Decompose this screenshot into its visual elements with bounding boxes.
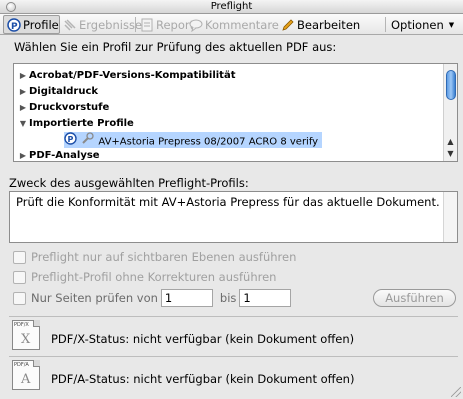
purpose-text-area[interactable]: Prüft die Konformität mit AV+Astoria Pre… [9,191,458,243]
tree-scrollbar[interactable]: ▲ ▼ [443,64,457,161]
svg-text:P: P [68,135,74,144]
pdfx-document-icon: PDF/X X [12,320,40,350]
visible-layers-checkbox[interactable]: Preflight nur auf sichtbaren Ebenen ausf… [13,249,296,265]
scroll-thumb[interactable] [446,70,456,100]
disclosure-triangle-icon[interactable]: ▶ [17,148,29,164]
dropdown-arrow-icon: ▼ [448,20,455,29]
pdfa-document-icon: PDF/A A [12,360,40,390]
tree-item-digital-print[interactable]: ▶ Digitaldruck [17,84,98,100]
tree-item-pdf-analysis[interactable]: ▶ PDF-Analyse [17,148,100,164]
report-tab[interactable]: Report [140,15,194,34]
disclosure-triangle-icon[interactable]: ▶ [17,84,29,100]
tree-item-imported-profiles[interactable]: ▼ Importierte Profile [17,116,134,132]
pdfx-status-text: PDF/X-Status: nicht verfügbar (kein Doku… [51,332,355,346]
results-icon [63,18,77,32]
edit-tab[interactable]: Bearbeiten [281,15,360,34]
toolbar: P Profile Ergebnisse Report Kommentare B… [0,14,463,35]
checkbox-box[interactable] [13,270,26,284]
results-tab[interactable]: Ergebnisse [63,15,142,34]
scroll-down-arrow-icon[interactable]: ▼ [444,148,457,160]
profile-tab-label: Profile [23,17,59,32]
resize-grip[interactable] [451,387,461,397]
disclosure-triangle-icon[interactable]: ▶ [17,68,29,84]
profile-tab[interactable]: P Profile [3,15,60,34]
profile-prompt: Wählen Sie ein Profil zur Prüfung des ak… [14,40,337,54]
tree-item-acrobat-compat[interactable]: ▶ Acrobat/PDF-Versions-Kompatibilität [17,68,236,84]
scroll-up-arrow-icon[interactable]: ▲ [444,136,457,148]
pdfa-status-text: PDF/A-Status: nicht verfügbar (kein Doku… [51,372,355,386]
pdfx-status: PDF/X X PDF/X-Status: nicht verfügbar (k… [9,316,458,352]
profile-icon: P [7,17,21,32]
disclosure-triangle-expanded-icon[interactable]: ▼ [17,116,29,132]
purpose-text: Prüft die Konformität mit AV+Astoria Pre… [16,195,440,209]
purpose-scrollbar[interactable] [443,192,457,242]
pencil-icon [281,18,295,32]
comments-tab[interactable]: Kommentare [189,15,279,34]
disclosure-triangle-icon[interactable]: ▶ [17,100,29,116]
run-button[interactable]: Ausführen [373,289,456,307]
svg-text:P: P [11,22,18,32]
options-menu-label: Optionen [391,17,444,32]
toolbar-divider [135,17,136,32]
page-to-field[interactable]: 1 [239,289,292,307]
options-menu[interactable]: Optionen ▼ [391,15,454,34]
page-from-field[interactable]: 1 [160,289,213,307]
toolbar-divider [385,17,386,32]
purpose-label: Zweck des ausgewählten Preflight-Profils… [9,176,249,190]
pdfa-status: PDF/A A PDF/A-Status: nicht verfügbar (k… [9,356,458,392]
page-range-checkbox[interactable]: Nur Seiten prüfen von 1 bis 1 [13,289,298,307]
window-title: Preflight [210,1,253,12]
title-bar: Preflight [0,0,463,14]
report-icon [140,18,154,32]
checkbox-box[interactable] [13,291,26,305]
tree-item-prepress[interactable]: ▶ Druckvorstufe [17,100,109,116]
profile-tree: ▶ Acrobat/PDF-Versions-Kompatibilität ▶ Di… [13,63,458,162]
comments-icon [189,18,203,32]
tree-item-av-astoria-profile[interactable]: P AV+Astoria Prepress 08/2007 ACRO 8 ver… [64,132,323,148]
checkbox-box[interactable] [13,250,26,264]
comments-tab-label: Kommentare [205,17,279,32]
edit-tab-label: Bearbeiten [297,17,361,32]
results-tab-label: Ergebnisse [79,17,143,32]
no-fixups-checkbox[interactable]: Preflight-Profil ohne Korrekturen ausfüh… [13,269,276,285]
